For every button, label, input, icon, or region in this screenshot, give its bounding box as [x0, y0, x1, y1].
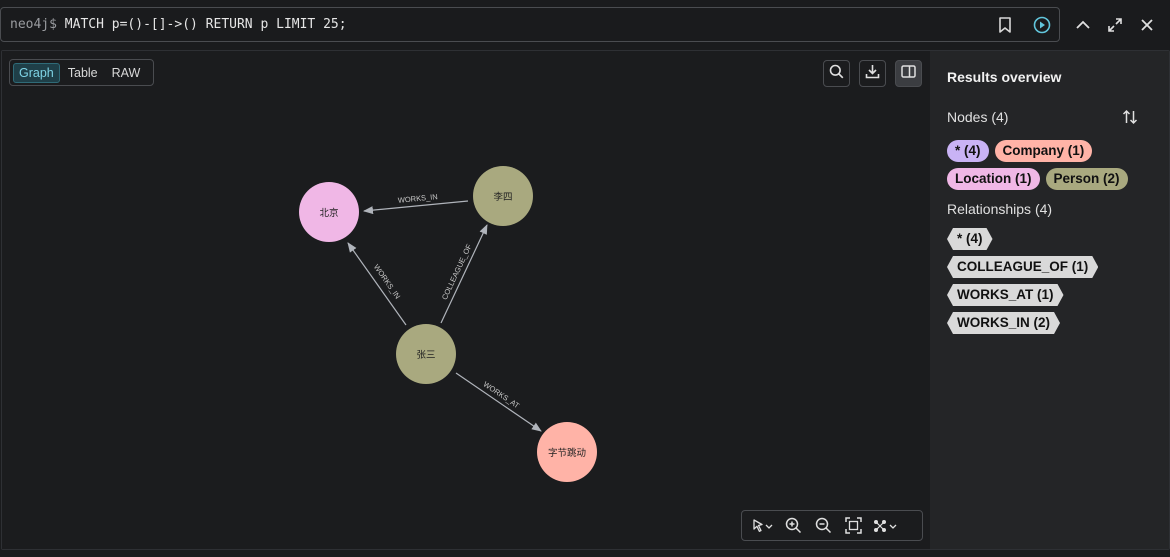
- graph-visualization[interactable]: WORKS_IN WORKS_IN COLLEAGUE_OF WORKS_AT …: [2, 51, 930, 549]
- relationships-section-title: Relationships (4): [947, 201, 1053, 217]
- edge-zhangsan-works-at-bytedance[interactable]: WORKS_AT: [455, 372, 542, 432]
- node-chip-all[interactable]: * (4): [947, 140, 989, 162]
- query-editor[interactable]: neo4j$ MATCH p=()-[]->() RETURN p LIMIT …: [10, 17, 347, 32]
- layout-options-button[interactable]: [868, 513, 904, 539]
- results-overview-panel: Results overview Nodes (4) * (4) Company…: [930, 51, 1169, 549]
- rel-chip-works-in[interactable]: WORKS_IN (2): [947, 312, 1060, 334]
- node-label: 字节跳动: [548, 447, 586, 459]
- graph-toolbar: [741, 510, 923, 541]
- graph-canvas[interactable]: Graph Table RAW WORKS_IN WORKS_IN COLLEA…: [2, 51, 930, 549]
- node-lisi[interactable]: 李四: [473, 166, 533, 226]
- node-label: 李四: [493, 191, 512, 203]
- edge-zhangsan-works-in-beijing[interactable]: WORKS_IN: [347, 242, 407, 326]
- run-query-icon[interactable]: [1032, 15, 1052, 35]
- query-prompt: neo4j$: [10, 17, 57, 32]
- query-text[interactable]: MATCH p=()-[]->() RETURN p LIMIT 25;: [65, 17, 347, 32]
- sort-icon[interactable]: [1122, 109, 1138, 130]
- bookmark-icon[interactable]: [995, 15, 1015, 35]
- collapse-icon[interactable]: [1073, 15, 1093, 35]
- close-icon[interactable]: [1137, 15, 1157, 35]
- edge-label: WORKS_IN: [372, 263, 402, 301]
- node-chip-person[interactable]: Person (2): [1045, 168, 1128, 190]
- edge-label: COLLEAGUE_OF: [440, 242, 474, 301]
- nodes-section-title: Nodes (4): [947, 109, 1009, 125]
- node-zhangsan[interactable]: 张三: [396, 324, 456, 384]
- node-label: 张三: [416, 350, 435, 361]
- query-bar[interactable]: neo4j$ MATCH p=()-[]->() RETURN p LIMIT …: [0, 7, 1060, 42]
- zoom-in-icon[interactable]: [778, 513, 808, 539]
- rel-chip-works-at[interactable]: WORKS_AT (1): [947, 284, 1064, 306]
- edge-lisi-works-in-beijing[interactable]: WORKS_IN: [363, 192, 469, 215]
- node-label-chips: * (4) Company (1) Location (1) Person (2…: [947, 140, 1162, 190]
- rel-chip-colleague-of[interactable]: COLLEAGUE_OF (1): [947, 256, 1098, 278]
- node-beijing[interactable]: 北京: [299, 182, 359, 242]
- fullscreen-icon[interactable]: [1105, 15, 1125, 35]
- node-bytedance[interactable]: 字节跳动: [537, 422, 597, 482]
- relationship-type-chips: * (4) COLLEAGUE_OF (1) WORKS_AT (1) WORK…: [947, 228, 1098, 334]
- edge-zhangsan-colleague-of-lisi[interactable]: COLLEAGUE_OF: [440, 224, 488, 324]
- result-frame: Graph Table RAW WORKS_IN WORKS_IN COLLEA…: [1, 50, 1170, 550]
- node-label: 北京: [319, 207, 338, 219]
- select-mode-button[interactable]: [748, 513, 778, 539]
- edge-label: WORKS_IN: [397, 192, 438, 205]
- zoom-out-icon[interactable]: [808, 513, 838, 539]
- rel-chip-all[interactable]: * (4): [947, 228, 993, 250]
- node-chip-company[interactable]: Company (1): [994, 140, 1093, 162]
- node-chip-location[interactable]: Location (1): [947, 168, 1040, 190]
- fit-to-screen-icon[interactable]: [838, 513, 868, 539]
- panel-title: Results overview: [947, 69, 1062, 85]
